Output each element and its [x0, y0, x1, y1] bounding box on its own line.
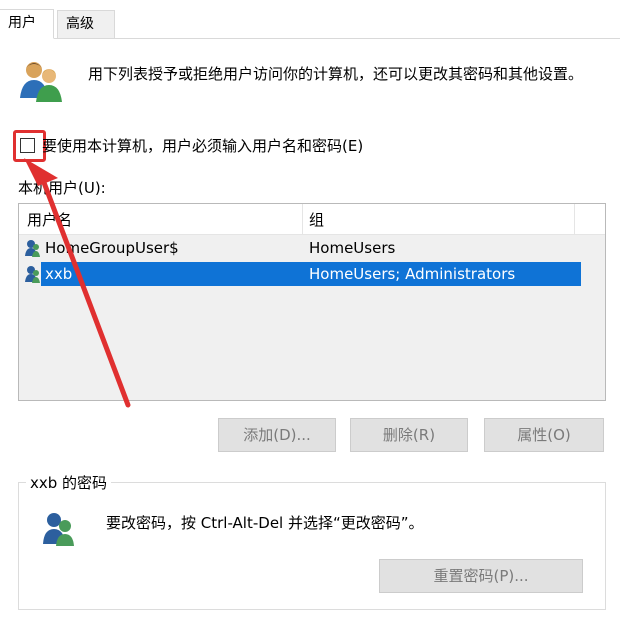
- properties-button[interactable]: 属性(O): [484, 418, 604, 452]
- table-row-selected[interactable]: xxb HomeUsers; Administrators: [19, 262, 581, 286]
- user-group-cell: HomeUsers: [309, 239, 396, 257]
- intro-text: 用下列表授予或拒绝用户访问你的计算机，还可以更改其密码和其他设置。: [88, 65, 584, 83]
- users-password-icon: [43, 513, 74, 546]
- user-group-cell: HomeUsers; Administrators: [309, 265, 516, 283]
- user-name-cell: xxb: [45, 265, 73, 283]
- user-icon: [25, 266, 40, 283]
- user-name-cell: HomeGroupUser$: [45, 239, 179, 257]
- tab-advanced[interactable]: 高级: [57, 10, 115, 38]
- column-header-username[interactable]: 用户名: [27, 209, 72, 230]
- require-password-label[interactable]: 要使用本计算机，用户必须输入用户名和密码(E): [42, 135, 363, 156]
- tab-users[interactable]: 用户: [0, 9, 54, 39]
- user-icon: [25, 240, 40, 257]
- table-row[interactable]: HomeGroupUser$ HomeUsers: [19, 236, 579, 260]
- column-header-group[interactable]: 组: [309, 209, 324, 230]
- column-divider[interactable]: [302, 204, 303, 234]
- tab-strip-border: [0, 38, 620, 39]
- reset-password-button[interactable]: 重置密码(P)...: [379, 559, 583, 593]
- remove-button[interactable]: 删除(R): [350, 418, 468, 452]
- users-list-label: 本机用户(U):: [18, 179, 106, 197]
- column-divider[interactable]: [574, 204, 575, 234]
- list-header: 用户名 组: [19, 204, 605, 235]
- add-button[interactable]: 添加(D)...: [218, 418, 336, 452]
- users-list[interactable]: 用户名 组 HomeGroupUser$ HomeUsers xxb HomeU…: [18, 203, 606, 401]
- password-instruction-text: 要改密码，按 Ctrl-Alt-Del 并选择“更改密码”。: [106, 514, 424, 532]
- tab-strip: 用户 高级: [0, 0, 620, 40]
- users-group-icon: [20, 62, 62, 102]
- password-group-title: xxb 的密码: [26, 472, 112, 493]
